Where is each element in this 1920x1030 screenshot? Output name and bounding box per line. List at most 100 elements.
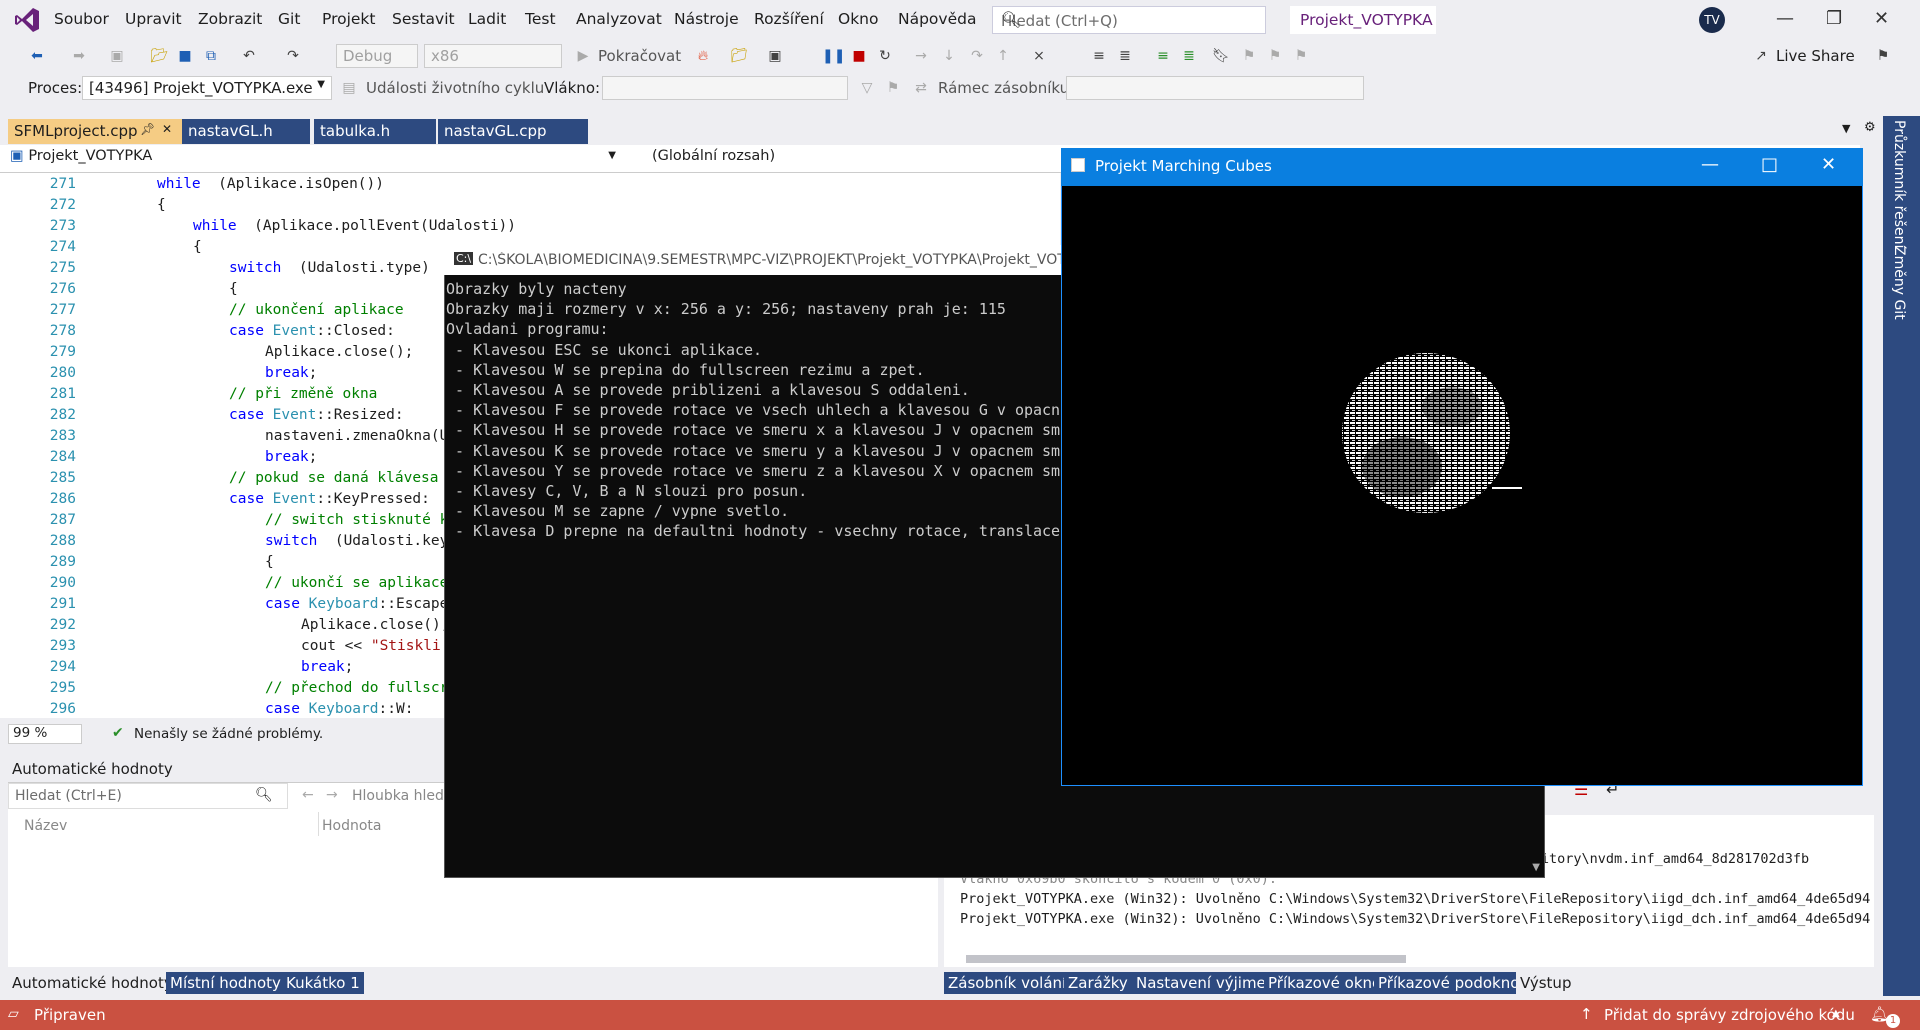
visual-studio-logo[interactable] — [14, 7, 40, 33]
screenshot-icon[interactable]: ▣ — [766, 47, 784, 65]
menu-zobrazit[interactable]: Zobrazit — [198, 10, 262, 28]
code-line[interactable]: 273 while (Aplikace.pollEvent(Udalosti)) — [0, 218, 1060, 239]
project-dropdown[interactable]: ▣ Projekt_VOTYPKA ▼ — [10, 148, 622, 170]
step-out-icon[interactable]: ↑ — [994, 47, 1012, 65]
toggle-icon[interactable]: ≣ — [1116, 47, 1134, 65]
lifecycle-events-button[interactable]: Události životního cyklu — [366, 79, 544, 97]
tab-autos[interactable]: Automatické hodnoty — [8, 972, 177, 994]
code-line[interactable]: 271 while (Aplikace.isOpen()) — [0, 176, 1060, 197]
tab-output[interactable]: Výstup — [1516, 972, 1576, 994]
tab-locals[interactable]: Místní hodnoty — [166, 972, 285, 994]
tab-command-window[interactable]: Příkazové okno — [1264, 972, 1386, 994]
process-dropdown[interactable]: [43496] Projekt_VOTYPKA.exe ▼ — [82, 76, 332, 100]
tab-sfmlproject-cpp[interactable]: SFMLproject.cpp 📌︎ ✕ — [8, 119, 182, 144]
menu-test[interactable]: Test — [525, 10, 556, 28]
opengl-title-bar[interactable]: Projekt Marching Cubes — □ ✕ — [1061, 148, 1863, 186]
continue-icon[interactable]: ▶ — [574, 47, 592, 65]
open-icon[interactable]: 📂︎ — [150, 47, 168, 65]
scope-dropdown[interactable]: (Globální rozsah) — [626, 148, 1056, 170]
menu-ladit[interactable]: Ladit — [468, 10, 506, 28]
close-icon[interactable]: ✕ — [1874, 8, 1889, 29]
hot-reload-icon[interactable]: 🔥︎ — [694, 47, 712, 65]
tab-nastavgl-cpp[interactable]: nastavGL.cpp — [438, 119, 588, 144]
clear-bookmarks-icon[interactable]: ⚑ — [1292, 47, 1310, 65]
live-share-icon[interactable]: ↗ — [1752, 47, 1770, 65]
menu-analyzovat[interactable]: Analyzovat — [576, 10, 662, 28]
tab-tabulka-h[interactable]: tabulka.h — [314, 119, 436, 144]
menu-projekt[interactable]: Projekt — [322, 10, 376, 28]
column-value[interactable]: Hodnota — [322, 818, 382, 834]
restart-icon[interactable]: ↻ — [876, 47, 894, 65]
back-icon[interactable]: ← — [302, 787, 314, 803]
close-icon[interactable]: ✕ — [1821, 154, 1836, 175]
pin-icon[interactable]: 📌︎ — [140, 122, 155, 136]
menu-soubor[interactable]: Soubor — [54, 10, 109, 28]
show-next-statement-icon[interactable]: → — [912, 47, 930, 65]
pause-icon[interactable]: ❚❚ — [822, 47, 845, 65]
filter-icon[interactable]: ▽ — [858, 79, 876, 97]
forward-icon[interactable]: ➡ — [70, 47, 88, 65]
settings-icon[interactable]: ⚙ — [1864, 120, 1876, 135]
save-all-icon[interactable]: ⧉ — [202, 47, 220, 65]
step-over-icon[interactable]: ↷ — [968, 47, 986, 65]
horizontal-scrollbar[interactable] — [966, 955, 1406, 963]
align-icon[interactable]: ≡ — [1090, 47, 1108, 65]
menu-okno[interactable]: Okno — [838, 10, 878, 28]
back-icon[interactable]: ⬅ — [28, 47, 46, 65]
step-into-icon[interactable]: ↓ — [940, 47, 958, 65]
merge-icon[interactable]: ⇄ — [912, 79, 930, 97]
save-icon[interactable]: ■ — [176, 47, 194, 65]
menu-upravit[interactable]: Upravit — [125, 10, 182, 28]
diagnostics-icon[interactable]: ⨯ — [1030, 47, 1048, 65]
redo-icon[interactable]: ↷ — [284, 47, 302, 65]
tab-call-stack[interactable]: Zásobník volání — [944, 972, 1071, 994]
tab-breakpoints[interactable]: Zarážky — [1064, 972, 1132, 994]
folder-icon[interactable]: 📁︎ — [730, 47, 748, 65]
autos-search-input[interactable]: Hledat (Ctrl+E) 🔍︎ — [8, 783, 288, 809]
continue-button[interactable]: Pokračovat — [598, 47, 681, 65]
uncomment-icon[interactable]: ≣ — [1180, 47, 1198, 65]
minimize-icon[interactable]: — — [1701, 154, 1719, 175]
add-source-control-button[interactable]: Přidat do správy zdrojového kódu — [1604, 1006, 1855, 1024]
tab-exception-settings[interactable]: Nastavení výjimek — [1132, 972, 1279, 994]
zoom-dropdown[interactable]: 99 % — [8, 724, 82, 744]
minimize-icon[interactable]: — — [1776, 8, 1794, 29]
bookmark-icon[interactable]: 🔖︎ — [1212, 47, 1230, 65]
platform-dropdown[interactable]: x86 — [424, 44, 562, 68]
feedback-icon[interactable]: ⚑ — [1874, 47, 1892, 65]
tab-immediate-window[interactable]: Příkazové podokno — [1374, 972, 1524, 994]
restore-icon[interactable]: ❐ — [1826, 8, 1842, 29]
menu-napoveda[interactable]: Nápověda — [898, 10, 976, 28]
undo-icon[interactable]: ↶ — [240, 47, 258, 65]
column-name[interactable]: Název — [24, 818, 67, 834]
menu-sestavit[interactable]: Sestavit — [392, 10, 455, 28]
next-bookmark-icon[interactable]: ⚑ — [1266, 47, 1284, 65]
configuration-dropdown[interactable]: Debug — [336, 44, 418, 68]
stack-frame-dropdown[interactable] — [1066, 76, 1364, 100]
search-input[interactable]: Hledat (Ctrl+Q) 🔍︎ — [992, 6, 1266, 34]
tab-overflow-icon[interactable]: ▼ — [1842, 122, 1850, 135]
close-tab-icon[interactable]: ✕ — [162, 122, 172, 136]
thread-dropdown[interactable] — [602, 76, 848, 100]
opengl-window[interactable] — [1061, 148, 1863, 786]
scroll-down-icon[interactable]: ▼ — [1532, 862, 1540, 873]
menu-git[interactable]: Git — [278, 10, 300, 28]
forward-icon[interactable]: → — [326, 787, 338, 803]
menu-nastroje[interactable]: Nástroje — [674, 10, 739, 28]
tab-git-changes[interactable]: Změny Git — [1891, 246, 1907, 320]
menu-rozsireni[interactable]: Rozšíření — [754, 10, 824, 28]
new-project-icon[interactable]: ▣ — [108, 47, 126, 65]
console-title-bar[interactable]: C:\ C:\ŠKOLA\BIOMEDICINA\9.SEMESTR\MPC-V… — [444, 245, 1064, 275]
comment-icon[interactable]: ≡ — [1154, 47, 1172, 65]
problems-status[interactable]: Nenašly se žádné problémy. — [134, 726, 323, 742]
live-share-button[interactable]: Live Share — [1776, 47, 1855, 65]
render-viewport[interactable] — [1062, 187, 1862, 785]
flag-icon[interactable]: ⚑ — [884, 79, 902, 97]
tab-solution-explorer[interactable]: Průzkumník řešení — [1891, 120, 1907, 248]
avatar[interactable]: TV — [1699, 7, 1725, 33]
lifecycle-icon[interactable]: ▤ — [340, 79, 358, 97]
tab-watch-1[interactable]: Kukátko 1 — [282, 972, 364, 994]
prev-bookmark-icon[interactable]: ⚑ — [1240, 47, 1258, 65]
stop-icon[interactable]: ■ — [850, 47, 868, 65]
code-line[interactable]: 272 { — [0, 197, 1060, 218]
